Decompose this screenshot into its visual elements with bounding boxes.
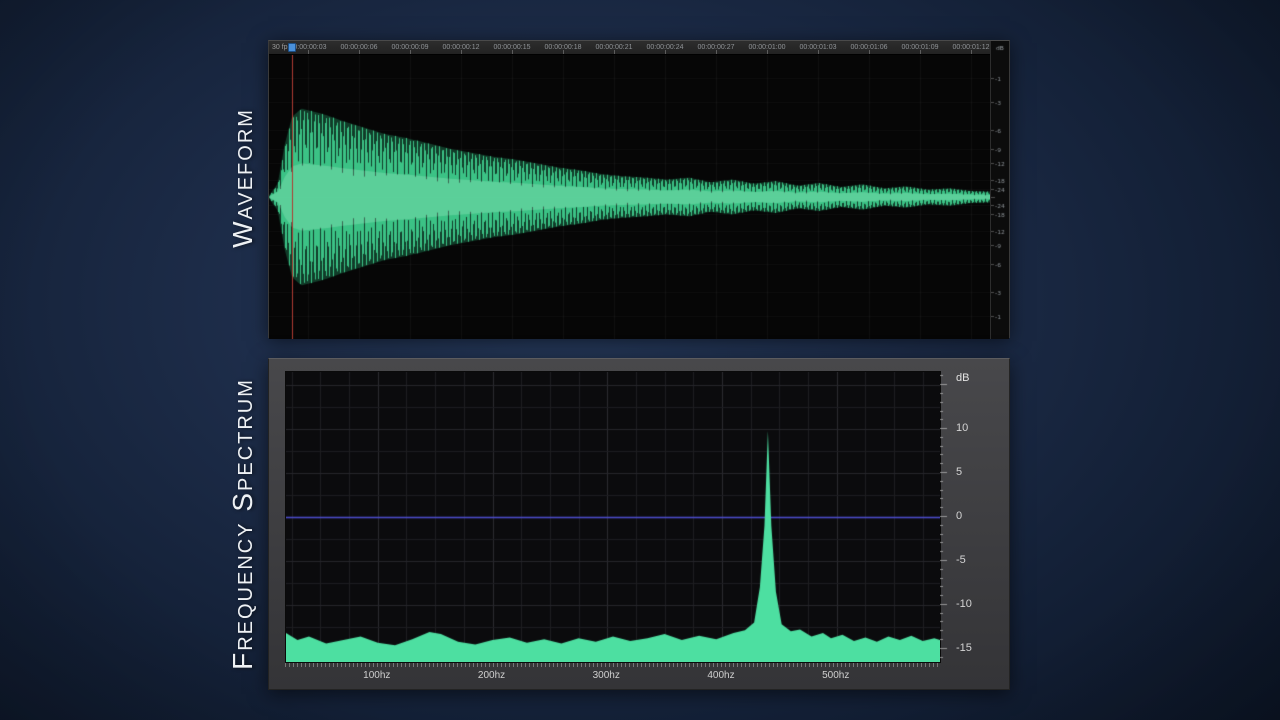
ruler-tick-mark xyxy=(410,50,411,54)
spectrum-hz-tick-label: 500hz xyxy=(822,670,850,681)
ruler-tick-mark xyxy=(767,50,768,54)
spectrum-hz-tick-label: 400hz xyxy=(707,670,735,681)
spectrum-db-tick-label: 5 xyxy=(956,466,963,479)
ruler-tick-mark xyxy=(920,50,921,54)
ruler-tick-mark xyxy=(818,50,819,54)
ruler-tick-mark xyxy=(971,50,972,54)
spectrum-panel-label: Frequency Spectrum xyxy=(227,378,258,670)
waveform-panel-label: Waveform xyxy=(227,108,258,248)
ruler-tick-mark xyxy=(869,50,870,54)
playhead-handle[interactable] xyxy=(288,43,296,52)
timeline-ruler[interactable]: 30 fps 00:00:00:03 00:00:00:06 00:00:00:09… xyxy=(269,41,991,55)
ruler-tick-mark xyxy=(614,50,615,54)
ruler-tick-mark xyxy=(308,50,309,54)
spectrum-db-tick-label: -5 xyxy=(956,553,966,566)
spectrum-db-unit-label: dB xyxy=(956,372,970,384)
spectrum-db-tick-label: 0 xyxy=(956,510,963,522)
spectrum-canvas[interactable] xyxy=(285,371,941,663)
ruler-tick-mark xyxy=(563,50,564,54)
ruler-tick-mark xyxy=(359,50,360,54)
stage: Waveform Frequency Spectrum 30 fps 00:00… xyxy=(0,0,1280,720)
spectrum-db-tick-label: -10 xyxy=(956,597,972,610)
waveform-db-scale xyxy=(990,41,1009,339)
spectrum-db-tick-label: -15 xyxy=(956,641,972,654)
spectrum-panel: dB 10 5 0 -5 -10 -15 100hz 200hz 300hz 400hz 500hz xyxy=(268,358,1010,690)
waveform-canvas[interactable] xyxy=(269,55,993,339)
ruler-tick-mark xyxy=(461,50,462,54)
spectrum-db-tick-ruler xyxy=(940,371,954,661)
spectrum-hz-tick-ruler xyxy=(285,663,939,667)
spectrum-hz-tick-label: 100hz xyxy=(363,670,391,681)
spectrum-hz-tick-label: 300hz xyxy=(592,670,620,681)
ruler-tick-mark xyxy=(665,50,666,54)
spectrum-hz-tick-label: 200hz xyxy=(477,670,506,681)
ruler-tick-mark xyxy=(512,50,513,54)
ruler-tick-mark xyxy=(716,50,717,54)
spectrum-db-tick-label: 10 xyxy=(956,422,969,435)
waveform-panel: 30 fps 00:00:00:03 00:00:00:06 00:00:00:09… xyxy=(268,40,1010,339)
